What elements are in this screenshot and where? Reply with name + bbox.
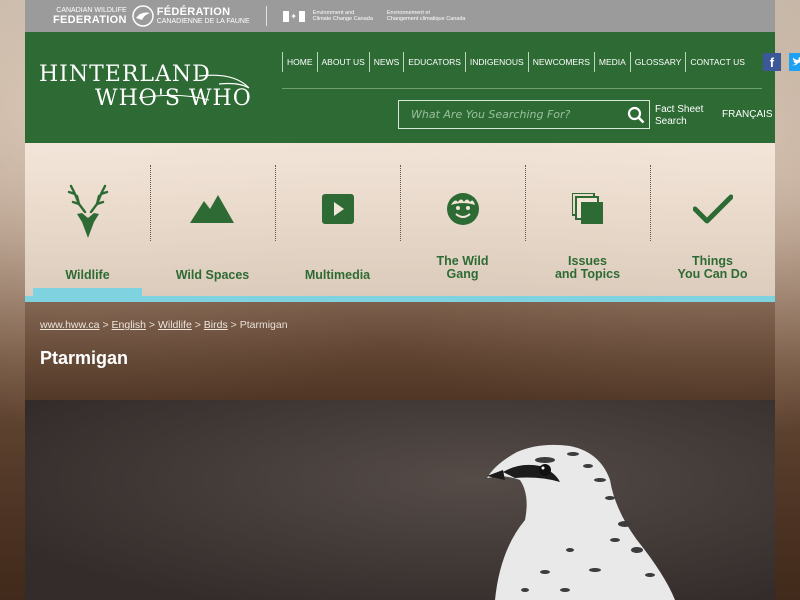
nav-multimedia[interactable]: Multimedia [275, 143, 400, 296]
nav-wild-spaces-label: Wild Spaces [175, 268, 250, 282]
topnav-newcomers[interactable]: NEWCOMERS [527, 52, 594, 72]
nav-issues-topics[interactable]: Issues and Topics [525, 143, 650, 296]
nav-issues-line2: and Topics [554, 267, 621, 281]
play-icon [321, 161, 354, 257]
topnav-indigenous[interactable]: INDIGENOUS [464, 52, 528, 72]
cwf-english-name: CANADIAN WILDLIFE FEDERATION [53, 7, 127, 26]
active-indicator [33, 288, 142, 296]
factsheet-line2: Search [655, 116, 687, 127]
nav-wild-gang[interactable]: The Wild Gang [400, 143, 525, 296]
topnav-contact-us[interactable]: CONTACT US [685, 52, 748, 72]
nav-multimedia-label: Multimedia [304, 268, 371, 282]
topnav-educators[interactable]: EDUCATORS [403, 52, 465, 72]
nav-things-line2: You Can Do [677, 267, 748, 281]
site-logo[interactable]: HINTERLAND WHO'S WHO [39, 60, 259, 115]
breadcrumb-wildlife[interactable]: Wildlife [158, 319, 192, 331]
ecc-french[interactable]: Environnement et Changement climatique C… [387, 10, 466, 23]
language-toggle[interactable]: FRANÇAIS [722, 109, 773, 120]
nav-wildlife[interactable]: Wildlife [25, 143, 150, 296]
ecc-en-line2: Climate Change Canada [312, 16, 373, 22]
site-header: HINTERLAND WHO'S WHO HOME ABOUT US NEWS … [25, 32, 800, 143]
nav-wild-spaces[interactable]: Wild Spaces [150, 143, 275, 296]
cwf-en-small: CANADIAN WILDLIFE [56, 6, 127, 14]
topnav-media[interactable]: MEDIA [593, 52, 630, 72]
page-header: www.hww.ca > English > Wildlife > Birds … [25, 302, 775, 400]
topnav-home[interactable]: HOME [282, 52, 317, 72]
nav-wild-gang-line2: Gang [446, 267, 479, 281]
pages-icon [571, 161, 604, 257]
topnav-glossary[interactable]: GLOSSARY [629, 52, 686, 72]
partner-divider [265, 6, 267, 26]
checkmark-icon [692, 161, 733, 257]
face-icon [446, 161, 480, 257]
ecc-fr-line2: Changement climatique Canada [386, 16, 466, 22]
ecc-english[interactable]: Environment and Climate Change Canada [313, 10, 373, 23]
breadcrumb-birds[interactable]: Birds [204, 319, 228, 331]
breadcrumb-sep: > [230, 319, 240, 331]
cwf-fr-small: CANADIENNE DE LA FAUNE [156, 17, 250, 25]
page-wrapper: CANADIAN WILDLIFE FEDERATION FÉDÉRATION … [25, 0, 800, 600]
partner-bar: CANADIAN WILDLIFE FEDERATION FÉDÉRATION … [25, 0, 775, 32]
twitter-icon[interactable] [788, 53, 800, 71]
fact-sheet-search-link[interactable]: Fact Sheet Search [655, 104, 703, 128]
ptarmigan-photo [25, 400, 775, 600]
nav-things-label: Things You Can Do [650, 255, 775, 281]
breadcrumb-english[interactable]: English [112, 319, 146, 331]
breadcrumb-current: Ptarmigan [239, 319, 288, 331]
mountain-icon [189, 161, 236, 257]
cwf-french-name: FÉDÉRATION CANADIENNE DE LA FAUNE [156, 5, 250, 26]
cwf-fr-big: FÉDÉRATION [156, 5, 231, 18]
cwf-en-big: FEDERATION [53, 13, 127, 26]
top-navigation: HOME ABOUT US NEWS EDUCATORS INDIGENOUS … [282, 52, 800, 72]
nav-issues-topics-label: Issues and Topics [525, 255, 650, 281]
search-input[interactable] [399, 108, 625, 121]
breadcrumb-sep: > [194, 319, 204, 331]
canada-flag-icon: ✦ [282, 10, 305, 22]
hero-image [25, 400, 775, 600]
cwf-logo-link[interactable]: CANADIAN WILDLIFE FEDERATION FÉDÉRATION … [53, 5, 250, 27]
logo-swoosh-icon [139, 74, 250, 101]
breadcrumb-sep: > [102, 319, 112, 331]
breadcrumb: www.hww.ca > English > Wildlife > Birds … [40, 319, 288, 331]
search-box [398, 100, 650, 129]
breadcrumb-sep: > [148, 319, 158, 331]
breadcrumb-home[interactable]: www.hww.ca [40, 319, 100, 331]
nav-wildlife-label: Wildlife [65, 268, 110, 282]
nav-wild-gang-label: The Wild Gang [400, 255, 525, 281]
header-divider [282, 88, 762, 89]
topnav-news[interactable]: NEWS [368, 52, 404, 72]
topnav-about-us[interactable]: ABOUT US [316, 52, 369, 72]
deer-icon [65, 161, 111, 257]
main-navigation: Wildlife Wild Spaces Multimedia The Wild… [25, 143, 775, 296]
facebook-icon[interactable]: f [762, 53, 781, 71]
bird-logo-icon [131, 5, 154, 27]
social-links: f You Tube [755, 53, 800, 71]
search-icon[interactable] [625, 104, 647, 126]
factsheet-line1: Fact Sheet [655, 104, 704, 115]
nav-things-you-can-do[interactable]: Things You Can Do [650, 143, 775, 296]
page-title: Ptarmigan [40, 348, 129, 368]
